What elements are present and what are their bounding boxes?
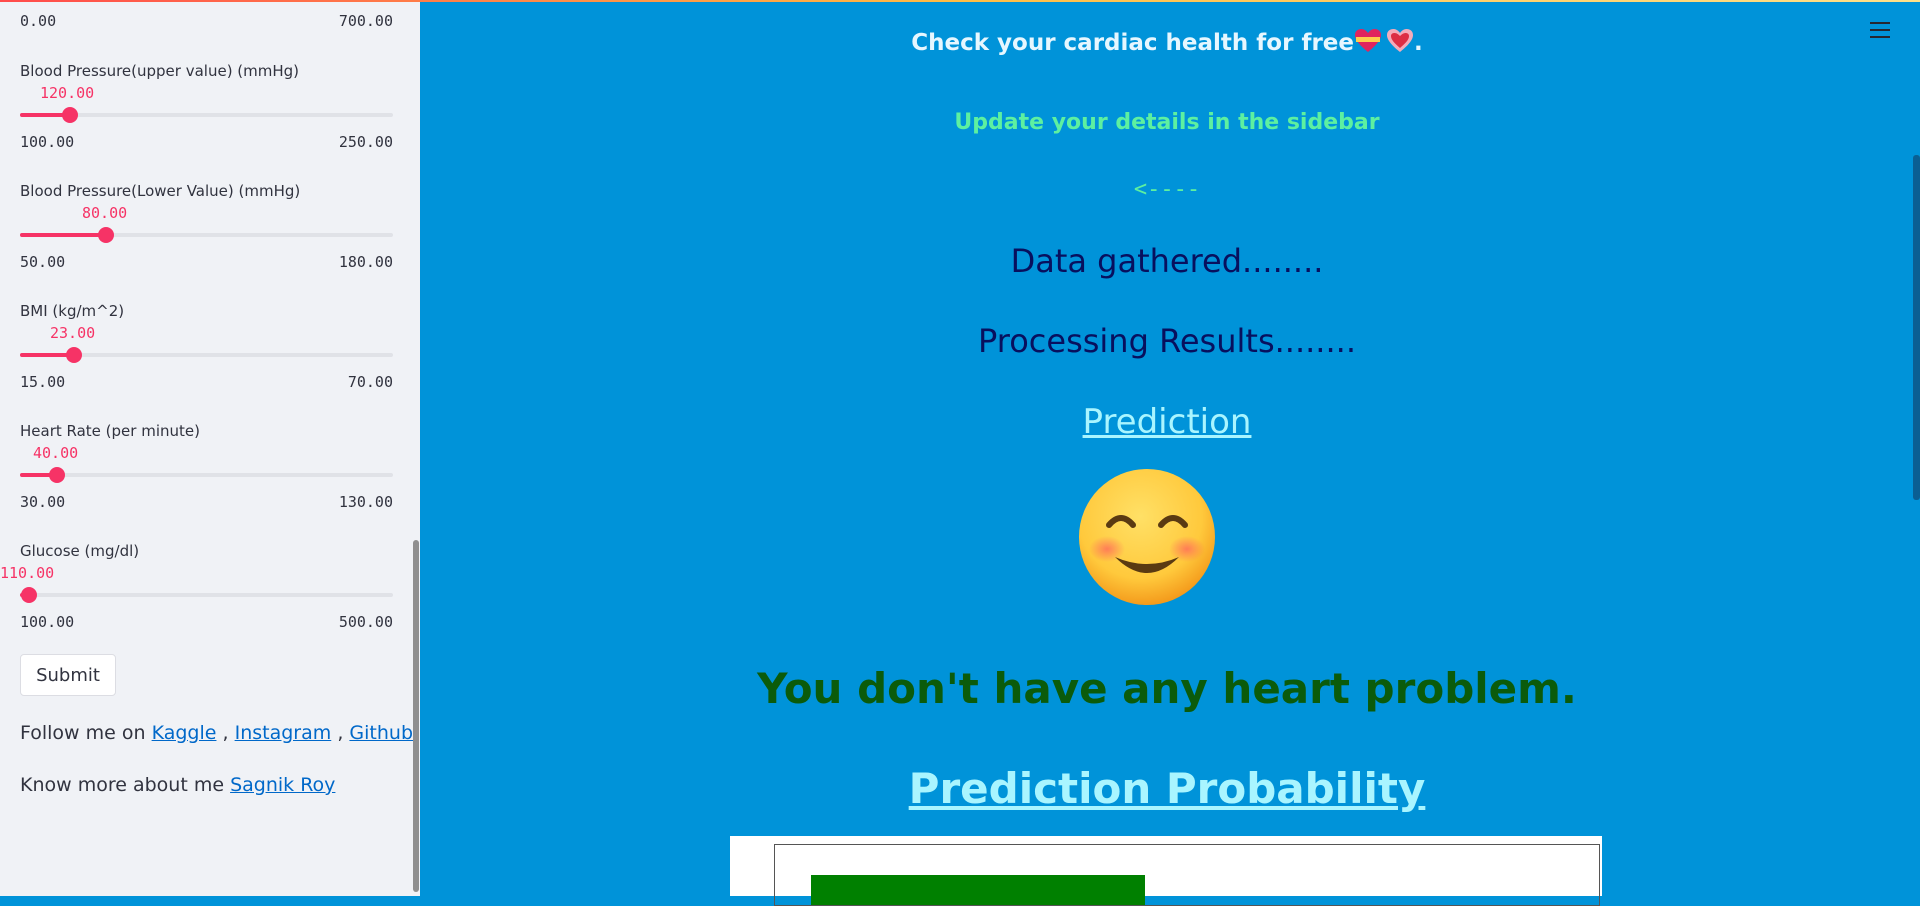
title-text: Check your cardiac health for free: [911, 30, 1355, 56]
submit-button[interactable]: Submit: [20, 654, 116, 696]
separator: ,: [337, 722, 344, 744]
slider-thumb-heart-rate[interactable]: [49, 467, 65, 483]
slider-min-label: 100.00: [20, 613, 75, 631]
slider-value-glucose: 110.00: [0, 564, 55, 582]
slider-thumb-bmi[interactable]: [66, 347, 82, 363]
slider-value-bp-lower: 80.00: [82, 204, 128, 222]
sidebar-scrollbar[interactable]: [413, 540, 419, 892]
heart-with-ribbon-icon: [1355, 29, 1382, 52]
data-gathered-status: Data gathered........: [1010, 242, 1324, 280]
page-title: Check your cardiac health for free.: [420, 28, 1914, 56]
slider-value-bmi: 23.00: [50, 324, 96, 342]
know-more-text: Know more about me: [20, 774, 225, 796]
slider-min-label: 0.00: [20, 12, 57, 30]
processing-status: Processing Results........: [978, 322, 1356, 360]
chart-frame: [774, 844, 1600, 906]
slider-thumb-glucose[interactable]: [21, 587, 37, 603]
slider-value-bp-upper: 120.00: [40, 84, 95, 102]
slider-track-glucose[interactable]: [20, 587, 393, 603]
arrow-hint: <----: [1133, 177, 1201, 202]
sparkling-heart-icon: [1387, 29, 1414, 52]
slider-min-label: 30.00: [20, 493, 66, 511]
slider-track-bmi[interactable]: [20, 347, 393, 363]
author-link[interactable]: Sagnik Roy: [230, 774, 335, 796]
update-instruction: Update your details in the sidebar: [954, 110, 1380, 135]
follow-text: Follow me on: [20, 722, 146, 744]
slider-thumb-bp-lower[interactable]: [98, 227, 114, 243]
main-scrollbar[interactable]: [1913, 155, 1920, 500]
kaggle-link[interactable]: Kaggle: [152, 722, 217, 744]
follow-paragraph: Follow me on Kaggle , Instagram , Github: [20, 722, 413, 744]
slider-label-bmi: BMI (kg/m^2): [20, 302, 125, 320]
slider-max-label: 180.00: [338, 253, 393, 271]
result-message: You don't have any heart problem.: [757, 664, 1577, 713]
slider-track-bp-upper[interactable]: [20, 107, 393, 123]
slider-track-bp-lower[interactable]: [20, 227, 393, 243]
smiling-face-icon: [1077, 467, 1217, 607]
probability-chart: [730, 836, 1602, 906]
slider-label-heart-rate: Heart Rate (per minute): [20, 422, 200, 440]
slider-min-label: 15.00: [20, 373, 66, 391]
slider-max-label: 700.00: [338, 12, 393, 30]
probability-heading: Prediction Probability: [908, 764, 1426, 813]
sidebar: 0.00 700.00 Blood Pressure(upper value) …: [0, 0, 420, 896]
instagram-link[interactable]: Instagram: [235, 722, 332, 744]
slider-max-label: 70.00: [347, 373, 393, 391]
title-suffix: .: [1414, 30, 1423, 56]
slider-track-heart-rate[interactable]: [20, 467, 393, 483]
know-more-paragraph: Know more about me Sagnik Roy: [20, 774, 335, 796]
slider-min-label: 100.00: [20, 133, 75, 151]
slider-min-label: 50.00: [20, 253, 66, 271]
slider-max-label: 130.00: [338, 493, 393, 511]
slider-max-label: 250.00: [338, 133, 393, 151]
slider-label-bp-upper: Blood Pressure(upper value) (mmHg): [20, 62, 300, 80]
slider-label-glucose: Glucose (mg/dl): [20, 542, 140, 560]
slider-fill: [20, 233, 106, 237]
slider-label-bp-lower: Blood Pressure(Lower Value) (mmHg): [20, 182, 301, 200]
top-decoration-line: [0, 0, 1920, 2]
slider-value-heart-rate: 40.00: [33, 444, 79, 462]
slider-thumb-bp-upper[interactable]: [62, 107, 78, 123]
github-link[interactable]: Github: [349, 722, 413, 744]
slider-max-label: 500.00: [338, 613, 393, 631]
prediction-heading: Prediction: [1082, 402, 1252, 442]
main-content: Check your cardiac health for free. Upda…: [420, 0, 1920, 906]
probability-bar: [811, 875, 1145, 905]
separator: ,: [222, 722, 229, 744]
